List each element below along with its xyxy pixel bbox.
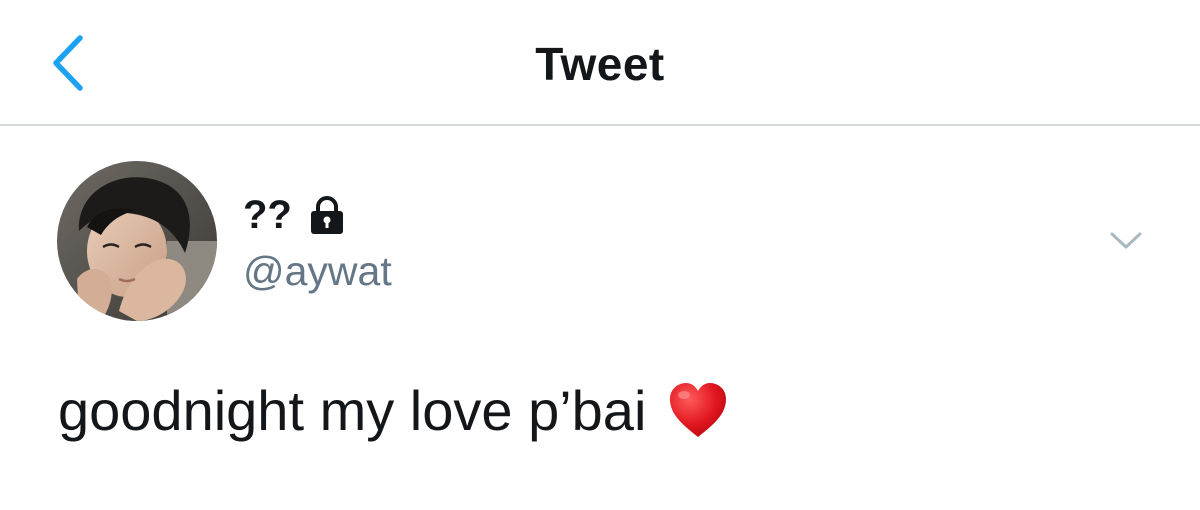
tweet-detail-screen: Tweet ?? @aywat goodnight my love p’bai [0, 0, 1200, 510]
navigation-bar: Tweet [0, 0, 1200, 126]
tweet-text: goodnight my love p’bai [58, 378, 730, 444]
more-options-button[interactable] [1100, 222, 1152, 258]
display-name[interactable]: ?? [243, 191, 292, 239]
red-heart-icon [670, 383, 727, 437]
chevron-down-icon [1110, 232, 1142, 249]
tweet-body: goodnight my love p’bai [58, 379, 647, 442]
lock-icon [310, 196, 343, 234]
page-title: Tweet [535, 38, 665, 90]
author-name-row: ?? [243, 190, 348, 240]
avatar[interactable] [57, 161, 217, 321]
profile-photo [57, 161, 217, 321]
author-handle[interactable]: @aywat [243, 246, 392, 296]
